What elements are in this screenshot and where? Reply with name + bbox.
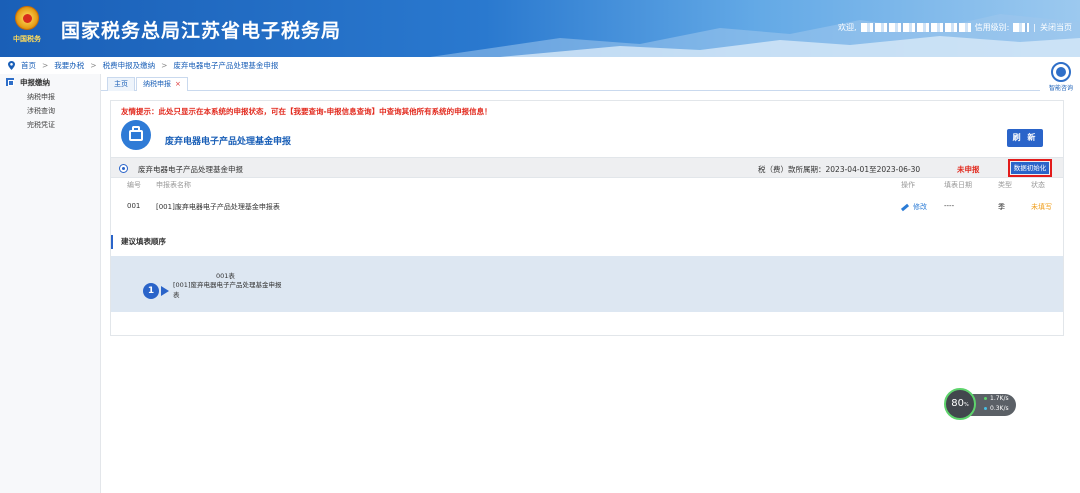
smart-consult-label: 智能咨询 <box>1048 85 1073 92</box>
download-dot-icon <box>984 407 987 410</box>
network-speed-widget[interactable]: 80% 1.7K/s 0.3K/s <box>944 388 1016 420</box>
credit-label: 信用级别: <box>974 23 1010 32</box>
pencil-icon <box>900 203 910 211</box>
step-number-badge: 1 <box>143 283 159 299</box>
sidebar-section-declare[interactable]: 申报缴纳 <box>0 74 100 90</box>
smart-consult-button[interactable]: 智能咨询 <box>1046 62 1076 92</box>
breadcrumb-home[interactable]: 首页 <box>21 60 36 71</box>
sidebar-item-tax-query[interactable]: 涉税查询 <box>0 104 100 118</box>
tab-bar: 主页 纳税申报 × <box>101 74 1040 91</box>
site-header: 中国税务 国家税务总局江苏省电子税务局 欢迎, 信用级别: | 关闭当页 <box>0 0 1080 57</box>
declare-section-row: 废弃电器电子产品处理基金申报 税（费）款所属期：2023-04-01至2023-… <box>111 157 1063 178</box>
step-code: 001表 <box>216 272 235 280</box>
sidebar-section-label: 申报缴纳 <box>20 77 50 87</box>
row-no: 001 <box>127 202 141 210</box>
col-op: 操作 <box>901 181 915 189</box>
sidebar-item-tax-declare[interactable]: 纳税申报 <box>0 90 100 104</box>
row-status: 未填写 <box>1031 203 1052 211</box>
tab-tax-declare[interactable]: 纳税申报 × <box>136 77 188 91</box>
breadcrumb-tax-services[interactable]: 我要办税 <box>54 60 84 71</box>
fill-order-flow: 1 001表 [001]废弃电器电子产品处理基金申报表 <box>111 256 1063 312</box>
breadcrumb-current: 废弃电器电子产品处理基金申报 <box>173 61 279 70</box>
upload-speed: 1.7K/s <box>984 395 1009 402</box>
edit-link[interactable]: 修改 <box>900 202 927 212</box>
table-row: 001 [001]废弃电器电子产品处理基金申报表 修改 ---- 季 未填写 <box>111 202 1063 216</box>
form-title: 废弃电器电子产品处理基金申报 <box>165 137 292 147</box>
breadcrumb: 首页 > 我要办税 > 税费申报及缴纳 > 废弃电器电子产品处理基金申报 <box>0 57 1040 74</box>
tab-home[interactable]: 主页 <box>107 77 135 91</box>
header-user-area: 欢迎, 信用级别: | 关闭当页 <box>838 22 1072 33</box>
emblem-text: 中国税务 <box>13 34 41 43</box>
data-init-label: 数据初始化 <box>1011 162 1049 174</box>
sidebar: 申报缴纳 纳税申报 涉税查询 完税凭证 <box>0 74 101 493</box>
welcome-text: 欢迎, <box>838 23 857 32</box>
tax-period: 税（费）款所属期：2023-04-01至2023-06-30 <box>758 165 921 174</box>
close-page-link[interactable]: 关闭当页 <box>1040 22 1072 33</box>
section-name: 废弃电器电子产品处理基金申报 <box>138 165 243 174</box>
row-type: 季 <box>998 203 1005 211</box>
breadcrumb-sep: > <box>90 61 97 70</box>
sidebar-item-tax-certificate[interactable]: 完税凭证 <box>0 118 100 132</box>
data-init-button[interactable]: 数据初始化 <box>1008 159 1052 177</box>
radio-selected-icon[interactable] <box>119 164 128 173</box>
col-date: 填表日期 <box>944 181 972 189</box>
col-no: 编号 <box>127 181 141 189</box>
upload-dot-icon <box>984 397 987 400</box>
location-pin-icon <box>8 61 15 70</box>
briefcase-icon <box>121 120 151 150</box>
step-form-name[interactable]: [001]废弃电器电子产品处理基金申报表 <box>173 280 283 300</box>
refresh-button[interactable]: 刷 新 <box>1007 129 1043 147</box>
breadcrumb-sep: > <box>161 61 168 70</box>
speed-percent-ring: 80% <box>944 388 976 420</box>
fill-order-title: 建议填表顺序 <box>111 235 1063 249</box>
row-form-name: [001]废弃电器电子产品处理基金申报表 <box>156 203 280 211</box>
notice-text: 友情提示：此处只显示在本系统的申报状态，可在【我要查询-申报信息查询】中查询其他… <box>121 107 492 116</box>
edit-label: 修改 <box>913 203 927 211</box>
headset-icon <box>1051 62 1071 82</box>
declare-panel: 友情提示：此处只显示在本系统的申报状态，可在【我要查询-申报信息查询】中查询其他… <box>110 100 1064 336</box>
header-separator: | <box>1033 23 1036 32</box>
download-speed: 0.3K/s <box>984 405 1009 412</box>
menu-square-icon <box>6 78 14 86</box>
table-header: 编号 申报表名称 操作 填表日期 类型 状态 <box>111 180 1063 194</box>
form-header: 废弃电器电子产品处理基金申报 刷 新 <box>111 118 1063 156</box>
step-arrow-icon <box>161 286 169 296</box>
tab-label: 纳税申报 <box>143 80 171 88</box>
breadcrumb-declare-pay[interactable]: 税费申报及缴纳 <box>103 60 156 71</box>
site-title: 国家税务总局江苏省电子税务局 <box>61 20 342 42</box>
row-date: ---- <box>944 202 955 210</box>
tax-emblem-icon: 中国税务 <box>12 6 42 48</box>
col-stat: 状态 <box>1031 181 1045 189</box>
masked-username <box>860 23 971 32</box>
breadcrumb-sep: > <box>42 61 49 70</box>
col-name: 申报表名称 <box>156 181 191 189</box>
status-badge: 未申报 <box>957 165 980 174</box>
masked-credit-level <box>1013 23 1030 32</box>
tab-close-icon[interactable]: × <box>175 80 181 88</box>
col-type: 类型 <box>998 181 1012 189</box>
